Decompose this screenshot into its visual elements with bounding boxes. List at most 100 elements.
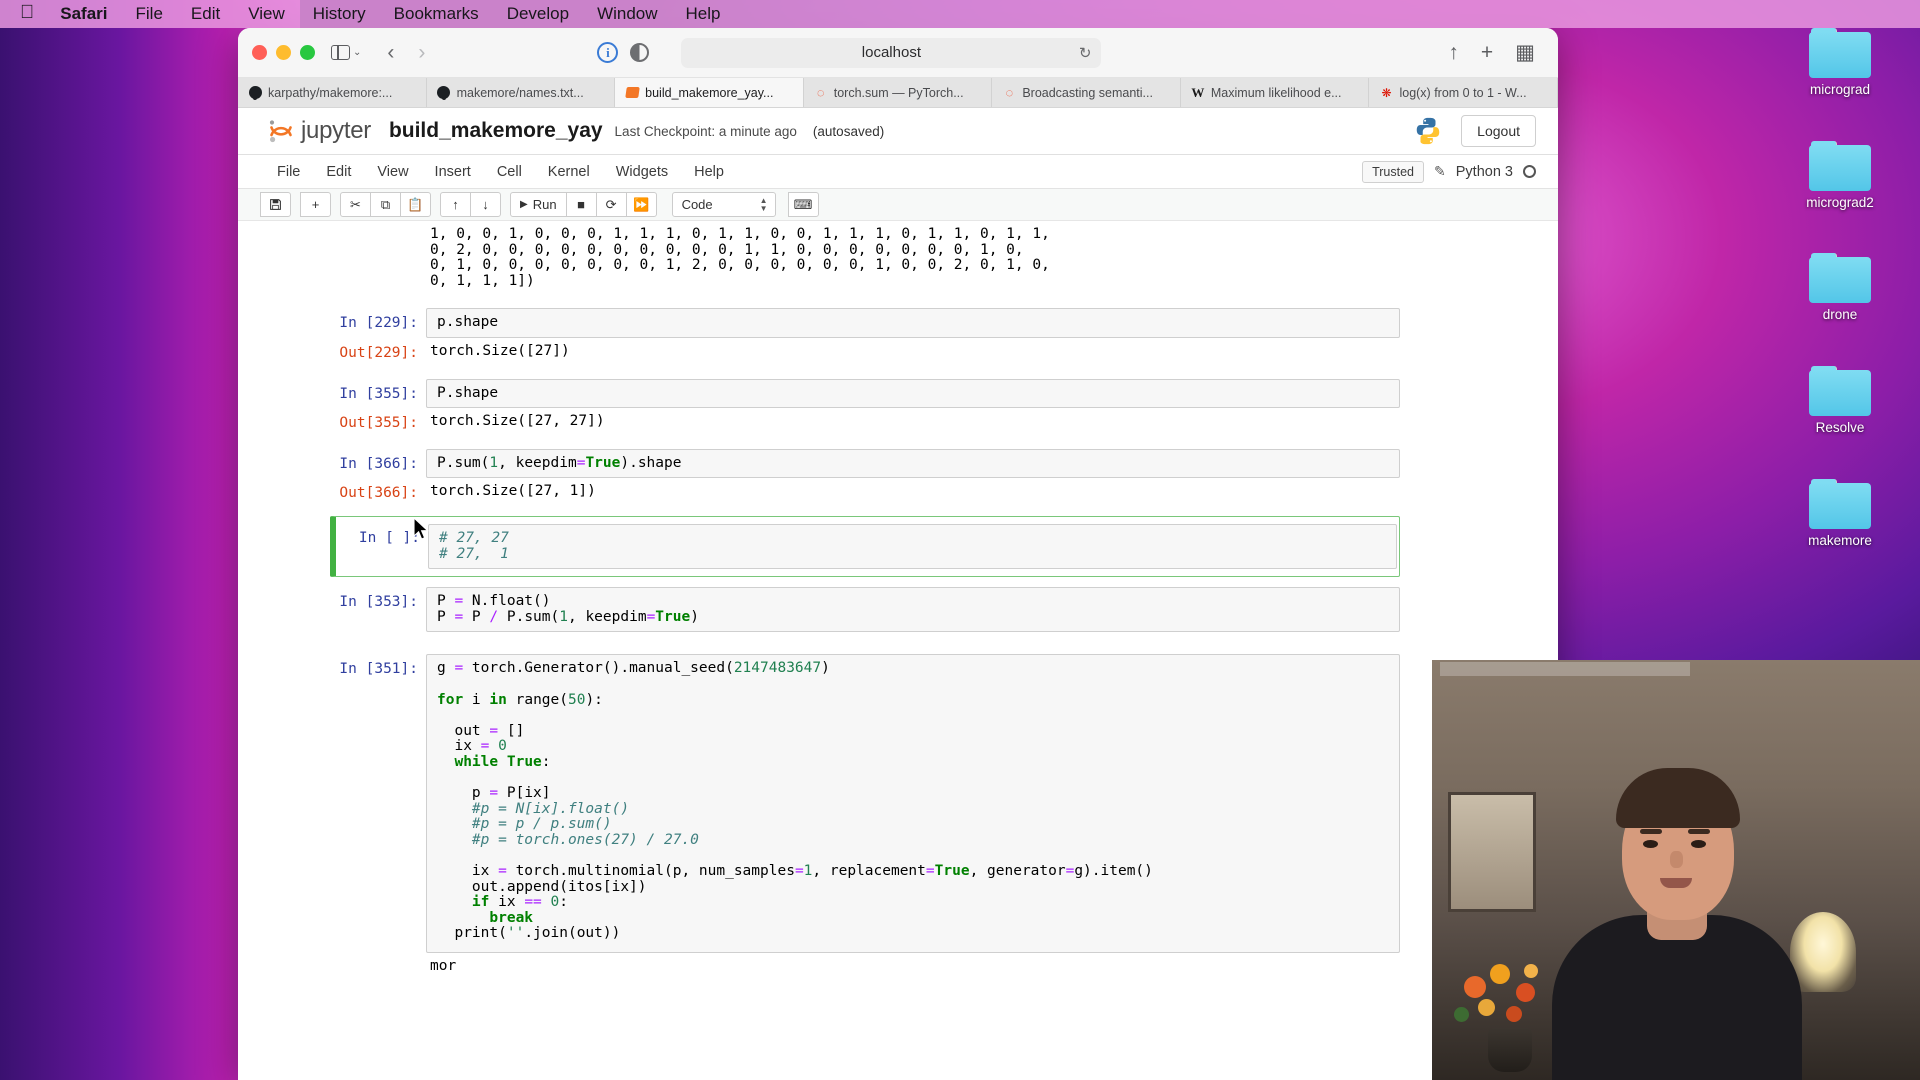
tab-maximum-likelihood[interactable]: W Maximum likelihood e... [1181,78,1370,107]
interrupt-kernel-button[interactable]: ■ [566,192,597,217]
code-cell-P-sum[interactable]: In [366]: P.sum(1, keepdim=True).shape [330,449,1400,479]
menubar-item-help[interactable]: Help [672,4,735,24]
menu-view[interactable]: View [364,158,421,186]
save-button[interactable] [260,192,291,217]
code-input[interactable]: g = torch.Generator().manual_seed(214748… [426,654,1400,953]
output-text: torch.Size([27, 27]) [426,408,1400,436]
menu-kernel[interactable]: Kernel [535,158,603,186]
desktop-icon-label: micrograd [1780,82,1900,97]
menubar-item-edit[interactable]: Edit [177,4,234,24]
notebook-title[interactable]: build_makemore_yay [389,119,603,143]
code-input[interactable]: P.sum(1, keepdim=True).shape [426,449,1400,479]
menu-edit[interactable]: Edit [313,158,364,186]
edit-pencil-icon[interactable]: ✎ [1434,163,1446,180]
insert-cell-button[interactable]: + [300,192,331,217]
back-button[interactable]: ‹ [377,41,404,65]
code-cell-P-shape[interactable]: In [355]: P.shape [330,379,1400,409]
folder-icon [1809,141,1871,191]
code-cell-p-shape[interactable]: In [229]: p.shape [330,308,1400,338]
desktop-icon-label: micrograd2 [1780,195,1900,210]
move-cell-down-button[interactable]: ↓ [470,192,501,217]
menu-help[interactable]: Help [681,158,737,186]
trusted-badge: Trusted [1362,161,1424,183]
window-controls[interactable] [252,45,315,60]
menu-cell[interactable]: Cell [484,158,535,186]
logout-button[interactable]: Logout [1461,115,1536,147]
menubar-item-safari[interactable]: Safari [46,4,121,24]
menu-widgets[interactable]: Widgets [603,158,681,186]
address-bar[interactable]: localhost ↻ [681,38,1101,68]
tab-broadcasting-semantics[interactable]: ◌ Broadcasting semanti... [992,78,1181,107]
maximize-button[interactable] [300,45,315,60]
move-cell-up-button[interactable]: ↑ [440,192,471,217]
contrast-icon[interactable] [630,43,649,62]
tab-label: karpathy/makemore:... [268,86,392,100]
restart-kernel-button[interactable]: ⟳ [596,192,627,217]
menubar-item-window[interactable]: Window [583,4,671,24]
share-button[interactable]: ↑ [1439,41,1468,65]
tab-build-makemore-yay[interactable]: build_makemore_yay... [615,78,804,107]
wikipedia-icon: W [1191,86,1205,100]
person-eye-left [1643,840,1658,848]
run-button[interactable]: ▶ Run [510,192,567,217]
menu-file[interactable]: File [264,158,313,186]
sidebar-toggle-button[interactable]: ⌄ [331,45,361,60]
pytorch-icon: ◌ [814,86,828,100]
code-input[interactable]: # 27, 27 # 27, 1 [428,524,1397,569]
pytorch-icon: ◌ [1002,86,1016,100]
menubar-item-develop[interactable]: Develop [493,4,583,24]
minimize-button[interactable] [276,45,291,60]
tab-karpathy-makemore[interactable]: karpathy/makemore:... [238,78,427,107]
menubar-item-history[interactable]: History [299,4,380,24]
restart-run-all-button[interactable]: ⏩ [626,192,657,217]
reload-icon[interactable]: ↻ [1079,44,1092,62]
mouse-cursor [413,517,430,542]
desktop-icon-micrograd2[interactable]: micrograd2 [1780,141,1900,210]
close-button[interactable] [252,45,267,60]
code-input[interactable]: P = N.float() P = P / P.sum(1, keepdim=T… [426,587,1400,632]
desktop-icon-micrograd[interactable]: micrograd [1780,28,1900,97]
run-label: Run [533,197,557,212]
cut-cell-button[interactable]: ✂ [340,192,371,217]
jupyter-logo-icon [268,118,294,144]
jupyter-menubar: File Edit View Insert Cell Kernel Widget… [238,155,1558,189]
code-cell-selected-comment[interactable]: In [ ]: # 27, 27 # 27, 1 [330,516,1400,577]
cell-type-value: Code [682,197,713,212]
menubar-item-bookmarks[interactable]: Bookmarks [380,4,493,24]
new-tab-button[interactable]: + [1472,41,1502,65]
code-cell-P-normalize[interactable]: In [353]: P = N.float() P = P / P.sum(1,… [330,587,1400,632]
code-cell-sampling-loop[interactable]: In [351]: g = torch.Generator().manual_s… [330,654,1400,953]
prompt-label [330,221,426,295]
tab-torch-sum[interactable]: ◌ torch.sum — PyTorch... [804,78,993,107]
menubar-item-file[interactable]: File [122,4,177,24]
prompt-label: In [366]: [330,449,426,479]
menubar-item-view[interactable]: View [234,4,299,24]
code-input[interactable]: p.shape [426,308,1400,338]
prompt-label: In [355]: [330,379,426,409]
navigation-buttons[interactable]: ‹ › [377,41,435,65]
output-cell-p-shape: Out[229]: torch.Size([27]) [330,338,1400,366]
desktop-icon-resolve[interactable]: Resolve [1780,366,1900,435]
ceiling-light [1440,662,1690,676]
tab-wolfram-log[interactable]: ❋ log(x) from 0 to 1 - W... [1369,78,1558,107]
desktop-icon-makemore[interactable]: makemore [1780,479,1900,548]
desktop-icon-drone[interactable]: drone [1780,253,1900,322]
forward-button[interactable]: › [408,41,435,65]
tab-overview-button[interactable]: ▦ [1506,40,1544,65]
tab-makemore-names[interactable]: makemore/names.txt... [427,78,616,107]
command-palette-button[interactable]: ⌨ [788,192,819,217]
copy-cell-button[interactable]: ⧉ [370,192,401,217]
reader-mode-icon[interactable]: i [597,42,618,63]
menu-insert[interactable]: Insert [422,158,484,186]
paste-cell-button[interactable]: 📋 [400,192,431,217]
macos-menubar:  Safari File Edit View History Bookmark… [0,0,1920,28]
safari-tabbar: karpathy/makemore:... makemore/names.txt… [238,78,1558,108]
person-brow-right [1688,829,1710,834]
apple-logo-icon[interactable]:  [14,2,46,27]
notebook-body[interactable]: 1, 0, 0, 1, 0, 0, 0, 1, 1, 1, 0, 1, 1, 0… [238,221,1558,1080]
tab-label: Broadcasting semanti... [1022,86,1153,100]
output-text: 1, 0, 0, 1, 0, 0, 0, 1, 1, 1, 0, 1, 1, 0… [426,221,1400,295]
code-input[interactable]: P.shape [426,379,1400,409]
cell-type-select[interactable]: Code ▲▼ [672,192,776,217]
jupyter-logo[interactable]: jupyter [268,117,371,145]
